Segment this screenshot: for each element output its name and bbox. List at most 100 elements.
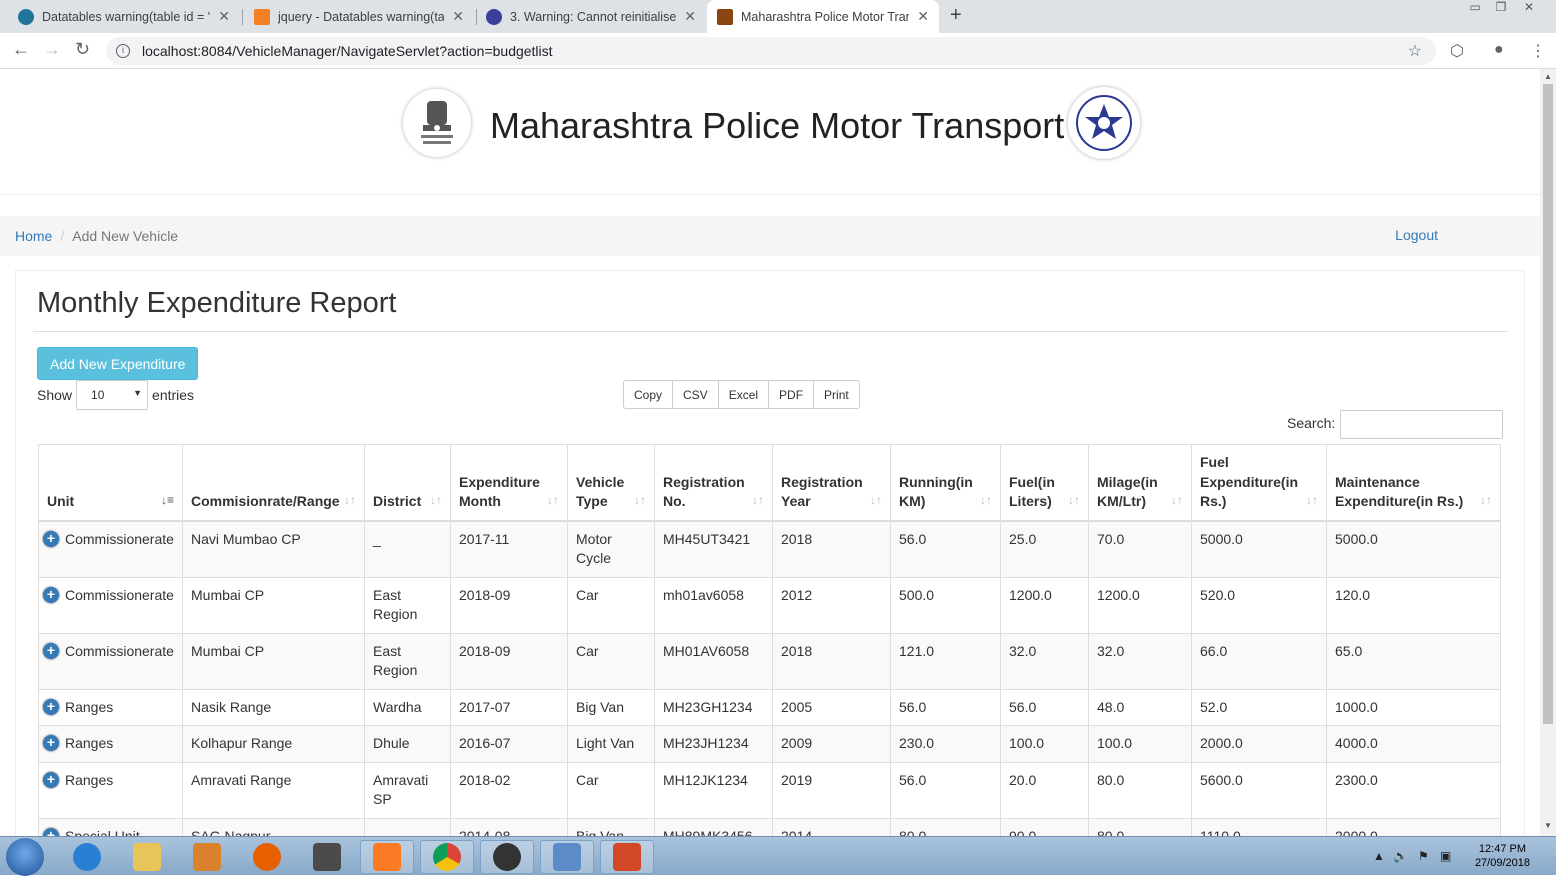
bookmark-star-icon[interactable]: ☆ — [1408, 41, 1422, 61]
csv-button[interactable]: CSV — [672, 380, 719, 409]
cell-value: Dhule — [373, 735, 410, 751]
show-label: Show — [37, 387, 73, 403]
table-cell: 5600.0 — [1191, 761, 1327, 819]
column-header[interactable]: District ↓↑ — [364, 444, 451, 522]
column-header[interactable]: Running(in KM) ↓↑ — [890, 444, 1001, 522]
table-cell: 5000.0 — [1326, 520, 1501, 578]
entries-label: entries — [152, 387, 195, 403]
sync-app-icon[interactable] — [480, 840, 534, 874]
site-favicon-icon — [486, 8, 502, 25]
browser-tab[interactable]: jquery - Datatables warning(table ✕ — [244, 0, 474, 33]
reload-icon[interactable]: ↻ — [75, 39, 90, 60]
cell-value: 1110.0 — [1200, 827, 1241, 837]
table-cell: 80.0 — [1088, 761, 1192, 819]
search-input[interactable] — [1340, 410, 1503, 439]
table-row[interactable]: + Special Unit SAG Nagpur 2014-08 Big Van MH8… — [38, 817, 1501, 837]
table-cell: + Commissionerate — [38, 576, 183, 634]
extension-icon[interactable]: ⬡ — [1450, 41, 1464, 61]
table-cell: 2300.0 — [1326, 761, 1501, 819]
column-header[interactable]: Registration No. ↓↑ — [654, 444, 773, 522]
restore-window-icon[interactable]: ❐ — [1488, 0, 1514, 20]
tab-title: Maharashtra Police Motor Transp — [741, 9, 910, 24]
column-header[interactable]: Commisionrate/Range ↓↑ — [182, 444, 365, 522]
expand-row-icon[interactable]: + — [43, 735, 59, 751]
copy-button[interactable]: Copy — [623, 380, 674, 409]
chrome-icon[interactable] — [420, 840, 474, 874]
flag-icon[interactable]: ⚑ — [1418, 849, 1429, 863]
close-tab-icon[interactable]: ✕ — [684, 8, 696, 25]
close-tab-icon[interactable]: ✕ — [452, 8, 464, 25]
media-player-icon[interactable] — [180, 840, 234, 874]
new-tab-icon[interactable]: + — [950, 4, 962, 27]
table-row[interactable]: + Ranges Nasik Range Wardha 2017-07 Big Van MH… — [38, 688, 1501, 726]
table-row[interactable]: + Commissionerate Mumbai CP East Region 2018… — [38, 576, 1501, 634]
file-explorer-icon[interactable] — [120, 840, 174, 874]
table-cell: 56.0 — [1000, 688, 1089, 726]
table-cell: MH01AV6058 — [654, 632, 773, 690]
excel-button[interactable]: Excel — [717, 380, 770, 409]
scroll-down-icon[interactable]: ▼ — [1544, 821, 1552, 830]
browser-tab[interactable]: Datatables warning(table id = 'ex ✕ — [8, 0, 240, 33]
address-bar[interactable]: i localhost:8084/VehicleManager/Navigate… — [106, 37, 1436, 65]
column-header[interactable]: Vehicle Type ↓↑ — [567, 444, 655, 522]
expand-row-icon[interactable]: + — [43, 530, 59, 547]
scroll-up-icon[interactable]: ▲ — [1544, 72, 1552, 81]
column-header[interactable]: Maintenance Expenditure(in Rs.) ↓↑ — [1326, 444, 1501, 522]
table-row[interactable]: + Ranges Amravati Range Amravati SP 2018-02 C… — [38, 761, 1501, 819]
close-tab-icon[interactable]: ✕ — [218, 8, 230, 25]
volume-icon[interactable]: 🔊 — [1393, 849, 1408, 863]
cell-value: MH45UT3421 — [663, 530, 751, 547]
browser-tab[interactable]: 3. Warning: Cannot reinitialise Da ✕ — [476, 0, 706, 33]
column-header[interactable]: Fuel(in Liters) ↓↑ — [1000, 444, 1089, 522]
column-header[interactable]: Fuel Expenditure(in Rs.) ↓↑ — [1191, 444, 1327, 522]
column-header[interactable]: Unit ↓≡ — [38, 444, 183, 522]
expenditure-table: Unit ↓≡ Commisionrate/Range ↓↑ District ↓↑ Exp… — [38, 444, 1501, 836]
expand-row-icon[interactable]: + — [43, 698, 59, 715]
breadcrumb: Home / Add New Vehicle Logout — [0, 216, 1540, 256]
presentation-app-icon[interactable] — [600, 840, 654, 874]
print-button[interactable]: Print — [813, 380, 860, 409]
close-tab-icon[interactable]: ✕ — [917, 8, 929, 25]
minimize-window-icon[interactable]: ▭ — [1462, 0, 1488, 20]
table-cell: 2018 — [772, 632, 891, 690]
close-window-icon[interactable]: ✕ — [1516, 0, 1542, 20]
virtualbox-icon[interactable] — [540, 840, 594, 874]
pdf-button[interactable]: PDF — [768, 380, 815, 409]
expand-row-icon[interactable]: + — [43, 771, 59, 788]
column-header[interactable]: Registration Year ↓↑ — [772, 444, 891, 522]
table-row[interactable]: + Commissionerate Navi Mumbao CP _ 2017-11 Mo… — [38, 520, 1501, 578]
tray-expand-icon[interactable]: ▲ — [1373, 849, 1385, 863]
expand-row-icon[interactable]: + — [43, 586, 59, 603]
scrollbar-thumb[interactable] — [1543, 84, 1553, 724]
cell-value: Amravati SP — [373, 771, 429, 808]
profile-icon[interactable]: ● — [1494, 41, 1504, 59]
start-button-icon[interactable] — [6, 838, 44, 876]
table-cell: 4000.0 — [1326, 725, 1501, 763]
firefox-icon[interactable] — [240, 840, 294, 874]
column-header-label: Fuel Expenditure(in Rs.) — [1200, 454, 1299, 509]
network-icon[interactable]: ▣ — [1440, 849, 1451, 863]
column-header[interactable]: Expenditure Month ↓↑ — [450, 444, 568, 522]
table-cell: 2018-02 — [450, 761, 568, 819]
page-scrollbar[interactable]: ▲ ▼ — [1540, 69, 1556, 836]
xampp-icon[interactable] — [360, 840, 414, 874]
sublime-text-icon[interactable] — [300, 840, 354, 874]
forward-icon[interactable]: → — [43, 39, 61, 60]
expand-row-icon[interactable]: + — [43, 827, 59, 836]
add-expenditure-button[interactable]: Add New Expenditure — [37, 347, 199, 380]
cell-value: 32.0 — [1009, 642, 1037, 659]
url-text: localhost:8084/VehicleManager/NavigateSe… — [142, 43, 553, 59]
logout-link[interactable]: Logout — [1395, 227, 1438, 243]
system-clock[interactable]: 12:47 PM 27/09/2018 — [1475, 842, 1530, 870]
site-info-icon[interactable]: i — [116, 44, 130, 58]
browser-tab-active[interactable]: Maharashtra Police Motor Transp ✕ — [707, 0, 939, 33]
expand-row-icon[interactable]: + — [43, 642, 59, 659]
column-header[interactable]: Milage(in KM/Ltr) ↓↑ — [1088, 444, 1192, 522]
entries-select[interactable]: 10 ▼ — [76, 380, 149, 410]
menu-kebab-icon[interactable]: ⋮ — [1530, 41, 1546, 61]
breadcrumb-home-link[interactable]: Home — [15, 228, 52, 244]
table-row[interactable]: + Ranges Kolhapur Range Dhule 2016-07 Light V… — [38, 725, 1501, 763]
table-row[interactable]: + Commissionerate Mumbai CP East Region 2018… — [38, 632, 1501, 690]
back-icon[interactable]: ← — [12, 39, 30, 60]
internet-explorer-icon[interactable] — [60, 840, 114, 874]
